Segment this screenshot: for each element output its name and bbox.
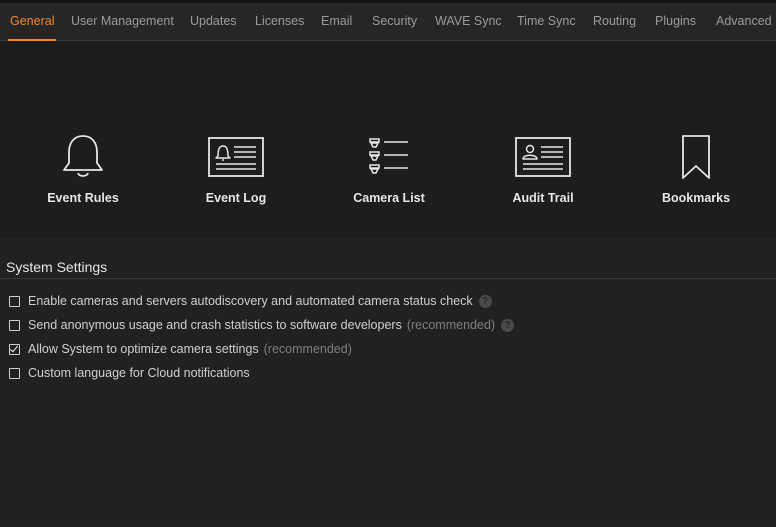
checkbox-box-checked[interactable] — [9, 343, 20, 355]
tools-panel: Event Rules Event Log Camera List Audit … — [0, 41, 776, 238]
optimize-camera-checkbox[interactable]: Allow System to optimize camera settings… — [9, 341, 352, 357]
bookmarks-label: Bookmarks — [661, 191, 731, 205]
camera-list-button[interactable]: Camera List — [319, 127, 459, 205]
audit-trail-button[interactable]: Audit Trail — [473, 127, 613, 205]
bookmark-icon — [626, 127, 766, 187]
autodiscovery-checkbox[interactable]: Enable cameras and servers autodiscovery… — [9, 293, 492, 309]
tab-plugins[interactable]: Plugins — [655, 3, 696, 40]
checkbox-box[interactable] — [9, 319, 20, 331]
system-settings-title: System Settings — [6, 259, 108, 275]
section-divider — [0, 278, 776, 279]
tab-user-management[interactable]: User Management — [71, 3, 174, 40]
event-log-button[interactable]: Event Log — [166, 127, 306, 205]
tab-time-sync[interactable]: Time Sync — [517, 3, 576, 40]
bookmarks-button[interactable]: Bookmarks — [626, 127, 766, 205]
event-rules-button[interactable]: Event Rules — [13, 127, 153, 205]
help-icon[interactable]: ? — [501, 318, 515, 332]
checkbox-box[interactable] — [9, 295, 20, 307]
event-log-label: Event Log — [205, 191, 267, 205]
audit-trail-label: Audit Trail — [512, 191, 574, 205]
audit-trail-icon — [473, 127, 613, 187]
help-icon[interactable]: ? — [478, 294, 492, 308]
cloud-language-checkbox[interactable]: Custom language for Cloud notifications — [9, 365, 250, 381]
tab-general[interactable]: General — [7, 3, 57, 41]
cloud-language-label: Custom language for Cloud notifications — [28, 366, 250, 380]
recommended-note: (recommended) — [263, 342, 352, 356]
tab-licenses[interactable]: Licenses — [255, 3, 304, 40]
tab-advanced[interactable]: Advanced — [716, 3, 772, 40]
event-log-icon — [166, 127, 306, 187]
statistics-checkbox[interactable]: Send anonymous usage and crash statistic… — [9, 317, 515, 333]
recommended-note: (recommended) — [406, 318, 496, 332]
tab-wave-sync[interactable]: WAVE Sync — [435, 3, 502, 40]
bell-icon — [13, 127, 153, 187]
camera-list-label: Camera List — [353, 191, 425, 205]
optimize-camera-label: Allow System to optimize camera settings — [28, 342, 259, 356]
statistics-label: Send anonymous usage and crash statistic… — [28, 318, 402, 332]
tab-routing[interactable]: Routing — [593, 3, 636, 40]
checkbox-box[interactable] — [9, 367, 20, 379]
tab-updates[interactable]: Updates — [190, 3, 237, 40]
tab-security[interactable]: Security — [372, 3, 417, 40]
camera-list-icon — [319, 127, 459, 187]
event-rules-label: Event Rules — [47, 191, 119, 205]
tab-bar: General User Management Updates Licenses… — [0, 3, 776, 41]
tab-email[interactable]: Email — [321, 3, 352, 40]
autodiscovery-label: Enable cameras and servers autodiscovery… — [28, 294, 473, 308]
